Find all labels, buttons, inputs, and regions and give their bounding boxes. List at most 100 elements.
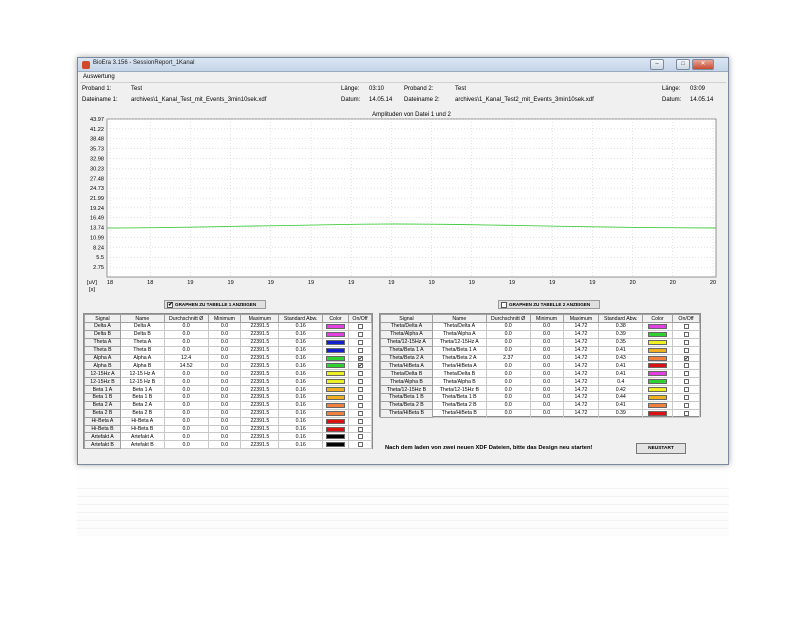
table-row[interactable]: Theta/HiBeta B Theta/HiBeta B 0.0 0.0 14.72 0… bbox=[380, 408, 700, 418]
cell-onoff[interactable] bbox=[348, 377, 372, 387]
color-swatch[interactable] bbox=[648, 379, 668, 385]
color-swatch[interactable] bbox=[648, 347, 668, 353]
table-row[interactable]: 12-15Hz B 12-15 Hz B 0.0 0.0 22391.5 0.16 bbox=[84, 377, 372, 387]
cell-color[interactable] bbox=[642, 337, 674, 347]
cell-onoff[interactable] bbox=[672, 369, 700, 379]
cell-onoff[interactable] bbox=[348, 345, 372, 355]
cell-onoff[interactable]: ✔ bbox=[348, 361, 372, 371]
table1-graph-toggle[interactable]: ✔ GRAPHEN ZU TABELLE 1 ANZEIGEN bbox=[164, 300, 266, 309]
cell-onoff[interactable] bbox=[348, 432, 372, 442]
table-row[interactable]: Theta/Beta 2 B Theta/Beta 2 B 0.0 0.0 14.72 0… bbox=[380, 400, 700, 410]
table-row[interactable]: Delta B Delta B 0.0 0.0 22391.5 0.16 bbox=[84, 329, 372, 339]
cell-color[interactable] bbox=[322, 408, 349, 418]
table2-graph-checkbox[interactable] bbox=[501, 301, 507, 308]
color-swatch[interactable] bbox=[326, 442, 346, 448]
onoff-checkbox[interactable] bbox=[683, 371, 689, 377]
table-row[interactable]: Theta/Delta B Theta/Delta B 0.0 0.0 14.72 0.4… bbox=[380, 369, 700, 379]
color-swatch[interactable] bbox=[326, 387, 346, 393]
table-row[interactable]: Theta/Delta A Theta/Delta A 0.0 0.0 14.72 0.3… bbox=[380, 322, 700, 331]
cell-onoff[interactable] bbox=[348, 393, 372, 402]
color-swatch[interactable] bbox=[648, 323, 668, 329]
cell-color[interactable] bbox=[322, 393, 349, 402]
color-swatch[interactable] bbox=[326, 347, 346, 353]
cell-onoff[interactable] bbox=[348, 329, 372, 339]
table-row[interactable]: Theta/12-15Hz B Theta/12-15Hz B 0.0 0.0 14.7… bbox=[380, 385, 700, 395]
onoff-checkbox[interactable] bbox=[683, 331, 689, 337]
table-row[interactable]: Artefakt B Artefakt B 0.0 0.0 22391.5 0.16 bbox=[84, 440, 372, 450]
cell-onoff[interactable] bbox=[348, 408, 372, 418]
cell-onoff[interactable] bbox=[348, 416, 372, 426]
table-row[interactable]: Beta 2 B Beta 2 B 0.0 0.0 22391.5 0.16 bbox=[84, 408, 372, 418]
onoff-checkbox[interactable] bbox=[357, 410, 363, 416]
cell-onoff[interactable] bbox=[348, 369, 372, 379]
cell-onoff[interactable] bbox=[672, 393, 700, 402]
cell-onoff[interactable] bbox=[672, 322, 700, 331]
color-swatch[interactable] bbox=[648, 410, 668, 416]
cell-onoff[interactable] bbox=[348, 337, 372, 347]
onoff-checkbox[interactable] bbox=[683, 323, 689, 329]
table-row[interactable]: 12-15Hz A 12-15 Hz A 0.0 0.0 22391.5 0.16 bbox=[84, 369, 372, 379]
cell-color[interactable] bbox=[322, 345, 349, 355]
color-swatch[interactable] bbox=[648, 402, 668, 408]
onoff-checkbox[interactable] bbox=[683, 347, 689, 353]
menu-item-auswertung[interactable]: Auswertung bbox=[83, 74, 115, 80]
cell-onoff[interactable] bbox=[348, 440, 372, 450]
cell-color[interactable] bbox=[642, 329, 674, 339]
cell-onoff[interactable] bbox=[672, 345, 700, 355]
cell-onoff[interactable] bbox=[672, 361, 700, 371]
table1-graph-checkbox[interactable]: ✔ bbox=[167, 301, 173, 308]
title-bar[interactable]: BioEra 3.156 - SessionReport_1Kanal ‒ □ … bbox=[78, 58, 728, 72]
table-row[interactable]: Alpha A Alpha A 12.4 0.0 22391.5 0.16 ✔ bbox=[84, 353, 372, 363]
color-swatch[interactable] bbox=[326, 402, 346, 408]
cell-onoff[interactable]: ✔ bbox=[672, 353, 700, 363]
cell-onoff[interactable] bbox=[672, 329, 700, 339]
color-swatch[interactable] bbox=[326, 363, 346, 369]
table-row[interactable]: Alpha B Alpha B 14.52 0.0 22391.5 0.16 ✔ bbox=[84, 361, 372, 371]
table-row[interactable]: Beta 1 B Beta 1 B 0.0 0.0 22391.5 0.16 bbox=[84, 393, 372, 402]
table2-graph-toggle[interactable]: GRAPHEN ZU TABELLE 2 ANZEIGEN bbox=[498, 300, 600, 309]
color-swatch[interactable] bbox=[648, 339, 668, 345]
color-swatch[interactable] bbox=[648, 387, 668, 393]
table-row[interactable]: Theta A Theta A 0.0 0.0 22391.5 0.16 bbox=[84, 337, 372, 347]
cell-color[interactable] bbox=[642, 345, 674, 355]
onoff-checkbox[interactable]: ✔ bbox=[357, 363, 363, 369]
onoff-checkbox[interactable] bbox=[683, 394, 689, 400]
cell-color[interactable] bbox=[642, 377, 674, 387]
onoff-checkbox[interactable]: ✔ bbox=[357, 355, 363, 361]
onoff-checkbox[interactable] bbox=[357, 331, 363, 337]
onoff-checkbox[interactable] bbox=[357, 387, 363, 393]
cell-onoff[interactable] bbox=[672, 408, 700, 418]
table-row[interactable]: Theta/Beta 1 B Theta/Beta 1 B 0.0 0.0 14.72 0… bbox=[380, 393, 700, 402]
onoff-checkbox[interactable] bbox=[357, 394, 363, 400]
cell-color[interactable] bbox=[642, 369, 674, 379]
onoff-checkbox[interactable] bbox=[357, 442, 363, 448]
table-row[interactable]: Hi-Beta A Hi-Beta A 0.0 0.0 22391.5 0.16 bbox=[84, 416, 372, 426]
cell-color[interactable] bbox=[322, 377, 349, 387]
onoff-checkbox[interactable] bbox=[357, 379, 363, 385]
onoff-checkbox[interactable] bbox=[357, 434, 363, 440]
close-icon[interactable]: ✕ bbox=[692, 59, 714, 70]
onoff-checkbox[interactable] bbox=[357, 426, 363, 432]
table-row[interactable]: Theta/Beta 1 A Theta/Beta 1 A 0.0 0.0 14.72 0… bbox=[380, 345, 700, 355]
color-swatch[interactable] bbox=[326, 355, 346, 361]
cell-onoff[interactable] bbox=[348, 322, 372, 331]
cell-onoff[interactable] bbox=[672, 337, 700, 347]
onoff-checkbox[interactable] bbox=[357, 402, 363, 408]
onoff-checkbox[interactable] bbox=[683, 402, 689, 408]
onoff-checkbox[interactable] bbox=[683, 379, 689, 385]
cell-onoff[interactable]: ✔ bbox=[348, 353, 372, 363]
onoff-checkbox[interactable] bbox=[357, 323, 363, 329]
color-swatch[interactable] bbox=[648, 355, 668, 361]
cell-color[interactable] bbox=[642, 385, 674, 395]
cell-onoff[interactable] bbox=[348, 400, 372, 410]
onoff-checkbox[interactable] bbox=[357, 347, 363, 353]
table-row[interactable]: Theta/HiBeta A Theta/HiBeta A 0.0 0.0 14.72 0… bbox=[380, 361, 700, 371]
cell-color[interactable] bbox=[322, 329, 349, 339]
cell-color[interactable] bbox=[322, 385, 349, 395]
table-row[interactable]: Artefakt A Artefakt A 0.0 0.0 22391.5 0.16 bbox=[84, 432, 372, 442]
table-row[interactable]: Theta/12-15Hz A Theta/12-15Hz A 0.0 0.0 14.7… bbox=[380, 337, 700, 347]
table-row[interactable]: Beta 2 A Beta 2 A 0.0 0.0 22391.5 0.16 bbox=[84, 400, 372, 410]
color-swatch[interactable] bbox=[326, 331, 346, 337]
table-row[interactable]: Theta B Theta B 0.0 0.0 22391.5 0.16 bbox=[84, 345, 372, 355]
onoff-checkbox[interactable] bbox=[357, 418, 363, 424]
